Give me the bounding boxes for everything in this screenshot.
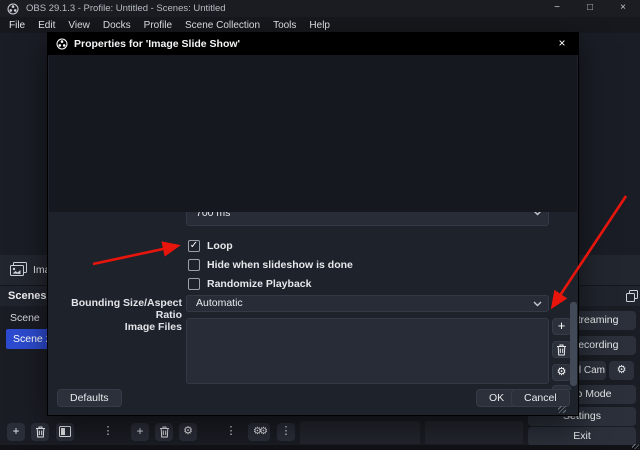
sources-menu-kebab[interactable]: ⋮	[222, 423, 240, 441]
properties-scroll-area[interactable]: 700 ms ✓ Loop Hide when slideshow is don…	[48, 212, 578, 390]
remove-scene-button[interactable]	[31, 423, 49, 441]
cancel-button[interactable]: Cancel	[511, 389, 570, 407]
menu-help[interactable]: Help	[307, 20, 332, 31]
popout-icon[interactable]	[626, 290, 638, 302]
configure-image-button[interactable]: ⚙	[552, 364, 571, 381]
menubar: File Edit View Docks Profile Scene Colle…	[0, 17, 640, 33]
scenes-dock-header: Scenes	[8, 290, 47, 302]
checkbox-checked[interactable]: ✓	[188, 240, 200, 252]
statusbar	[0, 445, 640, 450]
dialog-scrollbar[interactable]	[570, 302, 577, 386]
add-scene-button[interactable]: +	[7, 423, 25, 441]
scenes-menu-kebab[interactable]: ⋮	[99, 423, 117, 441]
window-titlebar: OBS 29.1.3 - Profile: Untitled - Scenes:…	[0, 0, 640, 17]
bounding-size-select[interactable]: Automatic	[186, 295, 549, 312]
bounding-size-label: Bounding Size/Aspect Ratio	[71, 297, 182, 321]
bounding-size-value: Automatic	[196, 297, 243, 309]
remove-image-button[interactable]	[552, 341, 571, 358]
menu-view[interactable]: View	[66, 20, 92, 31]
minimize-button[interactable]: −	[542, 0, 572, 17]
transitions-dock	[425, 421, 523, 444]
dialog-title: Properties for 'Image Slide Show'	[74, 38, 241, 50]
add-image-button[interactable]: +	[552, 318, 571, 335]
chevron-down-icon	[534, 212, 541, 215]
window-resize-grip[interactable]	[632, 444, 639, 449]
trash-icon	[159, 426, 169, 438]
transition-speed-value: 700 ms	[196, 212, 231, 219]
virtual-cam-config-button[interactable]: ⚙	[609, 361, 634, 380]
obs-logo-icon	[56, 38, 68, 50]
transition-speed-select[interactable]: 700 ms	[186, 212, 549, 226]
gears-icon: ⚙⚙	[253, 426, 268, 437]
menu-scene-collection[interactable]: Scene Collection	[183, 20, 262, 31]
dialog-resize-grip[interactable]	[558, 406, 566, 413]
dialog-titlebar[interactable]: Properties for 'Image Slide Show' ×	[48, 33, 578, 55]
slideshow-preview	[49, 55, 577, 212]
obs-logo-icon	[7, 3, 19, 15]
maximize-button[interactable]: □	[575, 0, 605, 17]
menu-file[interactable]: File	[7, 20, 27, 31]
defaults-button[interactable]: Defaults	[57, 389, 122, 407]
checkbox-unchecked[interactable]	[188, 278, 200, 290]
exit-button[interactable]: Exit	[528, 427, 636, 446]
scene-filters-button[interactable]	[56, 423, 74, 441]
source-properties-button[interactable]: ⚙	[179, 423, 197, 441]
menu-docks[interactable]: Docks	[101, 20, 133, 31]
hide-when-done-label: Hide when slideshow is done	[207, 259, 353, 271]
audio-mixer-dock	[300, 421, 420, 444]
properties-dialog: Properties for 'Image Slide Show' × 700 …	[48, 33, 578, 415]
mixer-menu-kebab[interactable]: ⋮	[277, 423, 295, 441]
scene-item[interactable]: Scene	[10, 310, 40, 326]
image-files-list[interactable]	[186, 318, 549, 384]
loop-label: Loop	[207, 240, 233, 252]
panel-icon	[59, 426, 71, 437]
checkbox-unchecked[interactable]	[188, 259, 200, 271]
dialog-close-icon[interactable]: ×	[550, 33, 574, 55]
trash-icon	[35, 426, 45, 438]
add-source-button[interactable]: +	[131, 423, 149, 441]
image-slideshow-icon	[10, 262, 27, 276]
menu-tools[interactable]: Tools	[271, 20, 298, 31]
menu-profile[interactable]: Profile	[142, 20, 174, 31]
randomize-label: Randomize Playback	[207, 278, 312, 290]
close-button[interactable]: ×	[608, 0, 638, 17]
remove-source-button[interactable]	[155, 423, 173, 441]
chevron-down-icon	[533, 301, 542, 306]
trash-icon	[557, 344, 566, 356]
mixer-settings-button[interactable]: ⚙⚙	[248, 423, 270, 441]
image-files-label: Image Files	[124, 321, 182, 333]
menu-edit[interactable]: Edit	[36, 20, 57, 31]
window-title: OBS 29.1.3 - Profile: Untitled - Scenes:…	[26, 3, 226, 14]
